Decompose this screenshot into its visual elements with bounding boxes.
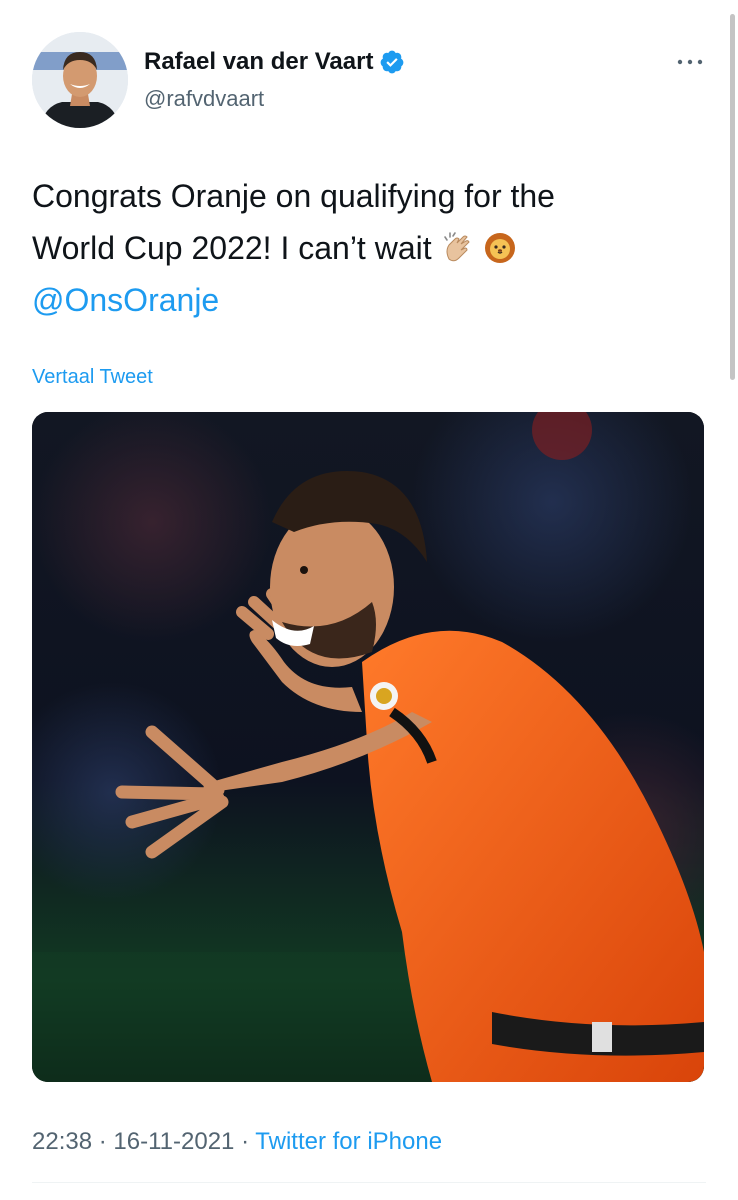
translate-tweet-link[interactable]: Vertaal Tweet xyxy=(32,366,153,389)
scrollbar[interactable] xyxy=(730,14,735,380)
tweet-time[interactable]: 22:38 xyxy=(32,1128,92,1155)
tweet-source-link[interactable]: Twitter for iPhone xyxy=(255,1128,442,1155)
tweet-photo[interactable] xyxy=(32,412,704,1082)
photo-image xyxy=(32,412,704,1082)
author-handle[interactable]: @rafvdvaart xyxy=(144,86,264,112)
tweet-text-line-2: World Cup 2022! I can’t wait xyxy=(32,222,682,274)
author-name-row[interactable]: Rafael van der Vaart xyxy=(144,48,405,76)
mention-link[interactable]: @OnsOranje xyxy=(32,274,682,326)
avatar-image xyxy=(32,32,128,128)
tweet-date[interactable]: 16-11-2021 xyxy=(113,1128,234,1155)
meta-separator: · xyxy=(98,1128,107,1155)
lion-emoji-icon xyxy=(483,228,517,263)
divider xyxy=(32,1182,706,1183)
more-options-icon[interactable] xyxy=(672,50,708,74)
tweet-text: Congrats Oranje on qualifying for the Wo… xyxy=(32,170,682,326)
verified-badge-icon xyxy=(379,49,405,75)
tweet-text-line-2-text: World Cup 2022! I can’t wait xyxy=(32,230,432,266)
meta-separator: · xyxy=(241,1128,250,1155)
author-display-name[interactable]: Rafael van der Vaart xyxy=(144,48,373,76)
tweet-text-line-1: Congrats Oranje on qualifying for the xyxy=(32,178,555,214)
tweet-meta: 22:38 · 16-11-2021 · Twitter for iPhone xyxy=(32,1128,442,1156)
avatar[interactable] xyxy=(32,32,128,128)
clapping-hands-emoji-icon xyxy=(441,228,475,262)
